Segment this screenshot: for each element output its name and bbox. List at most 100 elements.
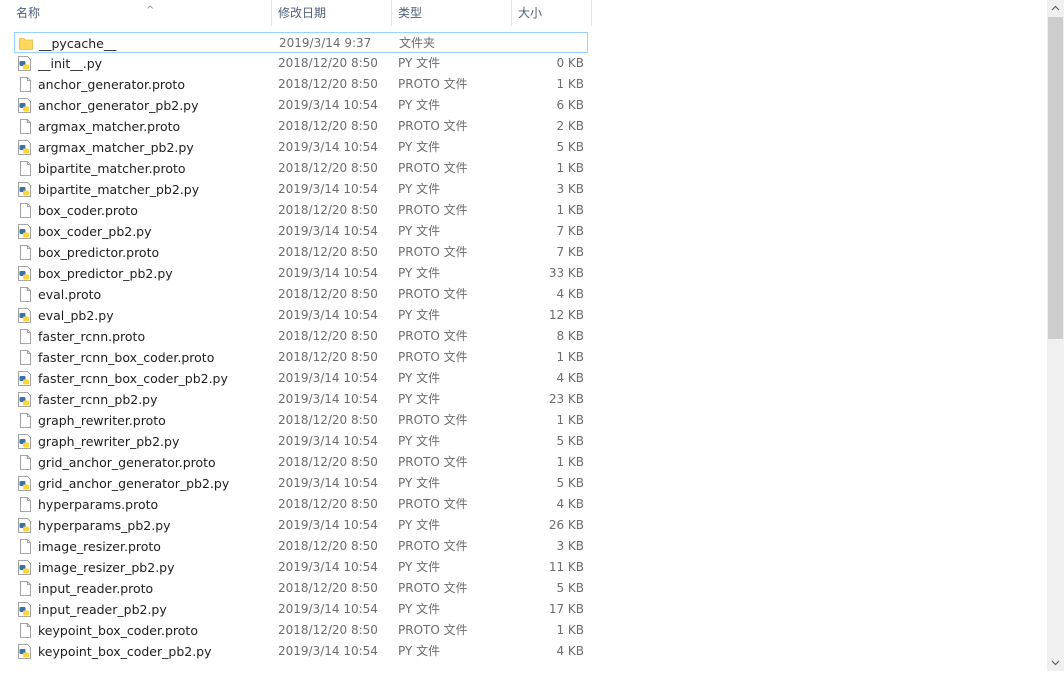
file-row[interactable]: box_coder.proto 2018/12/20 8:50 PROTO 文件 1 …	[14, 200, 588, 221]
column-type-header[interactable]: 类型	[392, 0, 512, 26]
file-type: PY 文件	[398, 98, 441, 112]
file-row[interactable]: keypoint_box_coder_pb2.py 2019/3/14 10:54…	[14, 641, 588, 662]
file-date: 2018/12/20 8:50	[278, 287, 378, 301]
file-name: box_coder.proto	[38, 203, 138, 218]
file-row[interactable]: bipartite_matcher_pb2.py 2019/3/14 10:54 P…	[14, 179, 588, 200]
file-row[interactable]: argmax_matcher_pb2.py 2019/3/14 10:54 PY 文…	[14, 137, 588, 158]
file-size: 1 KB	[556, 455, 584, 469]
file-row[interactable]: input_reader_pb2.py 2019/3/14 10:54 PY 文件 1…	[14, 599, 588, 620]
column-date-header[interactable]: 修改日期	[272, 0, 392, 26]
file-date: 2019/3/14 10:54	[278, 476, 378, 490]
file-icon	[18, 119, 32, 134]
file-type: PROTO 文件	[398, 581, 468, 595]
file-type: PY 文件	[398, 476, 441, 490]
scroll-down-icon[interactable]	[1047, 654, 1064, 671]
vertical-scrollbar[interactable]	[1047, 0, 1064, 671]
column-size-header[interactable]: 大小	[512, 0, 592, 26]
file-row[interactable]: eval.proto 2018/12/20 8:50 PROTO 文件 4 KB	[14, 284, 588, 305]
python-file-icon	[18, 140, 32, 155]
file-name: anchor_generator.proto	[38, 77, 185, 92]
file-date: 2019/3/14 10:54	[278, 644, 378, 658]
file-row[interactable]: anchor_generator_pb2.py 2019/3/14 10:54 PY…	[14, 95, 588, 116]
file-icon	[18, 203, 32, 218]
file-name: grid_anchor_generator.proto	[38, 455, 216, 470]
file-size: 4 KB	[556, 644, 584, 658]
python-file-icon	[18, 308, 32, 323]
column-name-header[interactable]: 名称 ^	[10, 0, 272, 26]
file-row[interactable]: anchor_generator.proto 2018/12/20 8:50 PRO…	[14, 74, 588, 95]
file-name: argmax_matcher_pb2.py	[38, 140, 194, 155]
file-row[interactable]: hyperparams_pb2.py 2019/3/14 10:54 PY 文件 26…	[14, 515, 588, 536]
python-file-icon	[18, 602, 32, 617]
file-type: PY 文件	[398, 371, 441, 385]
file-size: 33 KB	[548, 266, 584, 280]
file-date: 2018/12/20 8:50	[278, 350, 378, 364]
sort-up-icon: ^	[146, 5, 155, 16]
file-icon	[18, 350, 32, 365]
file-row[interactable]: eval_pb2.py 2019/3/14 10:54 PY 文件 12 KB	[14, 305, 588, 326]
file-type: PY 文件	[398, 392, 441, 406]
file-size: 7 KB	[556, 224, 584, 238]
scroll-up-icon[interactable]	[1047, 0, 1064, 17]
file-row[interactable]: image_resizer_pb2.py 2019/3/14 10:54 PY 文件…	[14, 557, 588, 578]
python-file-icon	[18, 518, 32, 533]
python-file-icon	[18, 98, 32, 113]
file-date: 2018/12/20 8:50	[278, 203, 378, 217]
file-row[interactable]: image_resizer.proto 2018/12/20 8:50 PROTO …	[14, 536, 588, 557]
file-date: 2019/3/14 10:54	[278, 308, 378, 322]
file-type: PY 文件	[398, 56, 441, 70]
file-type: PY 文件	[398, 266, 441, 280]
file-row[interactable]: hyperparams.proto 2018/12/20 8:50 PROTO 文件…	[14, 494, 588, 515]
file-row[interactable]: argmax_matcher.proto 2018/12/20 8:50 PROTO…	[14, 116, 588, 137]
file-row[interactable]: box_coder_pb2.py 2019/3/14 10:54 PY 文件 7 KB	[14, 221, 588, 242]
file-icon	[18, 539, 32, 554]
python-file-icon	[18, 182, 32, 197]
file-row[interactable]: faster_rcnn_pb2.py 2019/3/14 10:54 PY 文件 23…	[14, 389, 588, 410]
file-size: 4 KB	[556, 497, 584, 511]
file-date: 2018/12/20 8:50	[278, 56, 378, 70]
file-row[interactable]: keypoint_box_coder.proto 2018/12/20 8:50 P…	[14, 620, 588, 641]
file-icon	[18, 329, 32, 344]
file-size: 26 KB	[548, 518, 584, 532]
file-type: PY 文件	[398, 434, 441, 448]
file-row[interactable]: grid_anchor_generator.proto 2018/12/20 8:…	[14, 452, 588, 473]
file-size: 5 KB	[556, 476, 584, 490]
file-row[interactable]: input_reader.proto 2018/12/20 8:50 PROTO 文…	[14, 578, 588, 599]
python-file-icon	[18, 392, 32, 407]
file-row[interactable]: bipartite_matcher.proto 2018/12/20 8:50 PR…	[14, 158, 588, 179]
file-row[interactable]: __pycache__ 2019/3/14 9:37 文件夹	[14, 32, 588, 53]
file-icon	[18, 497, 32, 512]
file-date: 2018/12/20 8:50	[278, 119, 378, 133]
file-size: 4 KB	[556, 371, 584, 385]
file-date: 2019/3/14 10:54	[278, 266, 378, 280]
file-row[interactable]: __init__.py 2018/12/20 8:50 PY 文件 0 KB	[14, 53, 588, 74]
file-row[interactable]: graph_rewriter_pb2.py 2019/3/14 10:54 PY 文…	[14, 431, 588, 452]
file-row[interactable]: grid_anchor_generator_pb2.py 2019/3/14 10…	[14, 473, 588, 494]
scrollbar-thumb[interactable]	[1048, 17, 1063, 339]
file-row[interactable]: box_predictor_pb2.py 2019/3/14 10:54 PY 文件…	[14, 263, 588, 284]
python-file-icon	[18, 434, 32, 449]
file-name: __pycache__	[39, 36, 117, 51]
file-date: 2019/3/14 10:54	[278, 224, 378, 238]
file-row[interactable]: graph_rewriter.proto 2018/12/20 8:50 PROTO…	[14, 410, 588, 431]
file-name: faster_rcnn.proto	[38, 329, 146, 344]
file-row[interactable]: faster_rcnn_box_coder_pb2.py 2019/3/14 10…	[14, 368, 588, 389]
column-header: 名称 ^ 修改日期 类型 大小	[0, 0, 1047, 26]
file-row[interactable]: faster_rcnn.proto 2018/12/20 8:50 PROTO 文件…	[14, 326, 588, 347]
file-row[interactable]: box_predictor.proto 2018/12/20 8:50 PROTO …	[14, 242, 588, 263]
file-date: 2019/3/14 10:54	[278, 140, 378, 154]
file-name: __init__.py	[38, 56, 103, 71]
file-size: 2 KB	[556, 119, 584, 133]
python-file-icon	[18, 476, 32, 491]
file-size: 3 KB	[556, 539, 584, 553]
file-size: 5 KB	[556, 581, 584, 595]
folder-icon	[19, 36, 33, 51]
file-type: PROTO 文件	[398, 287, 468, 301]
column-size-label: 大小	[518, 6, 543, 20]
file-row[interactable]: faster_rcnn_box_coder.proto 2018/12/20 8:…	[14, 347, 588, 368]
file-date: 2018/12/20 8:50	[278, 455, 378, 469]
file-date: 2018/12/20 8:50	[278, 539, 378, 553]
file-name: keypoint_box_coder_pb2.py	[38, 644, 212, 659]
file-date: 2018/12/20 8:50	[278, 245, 378, 259]
file-type: PROTO 文件	[398, 77, 468, 91]
